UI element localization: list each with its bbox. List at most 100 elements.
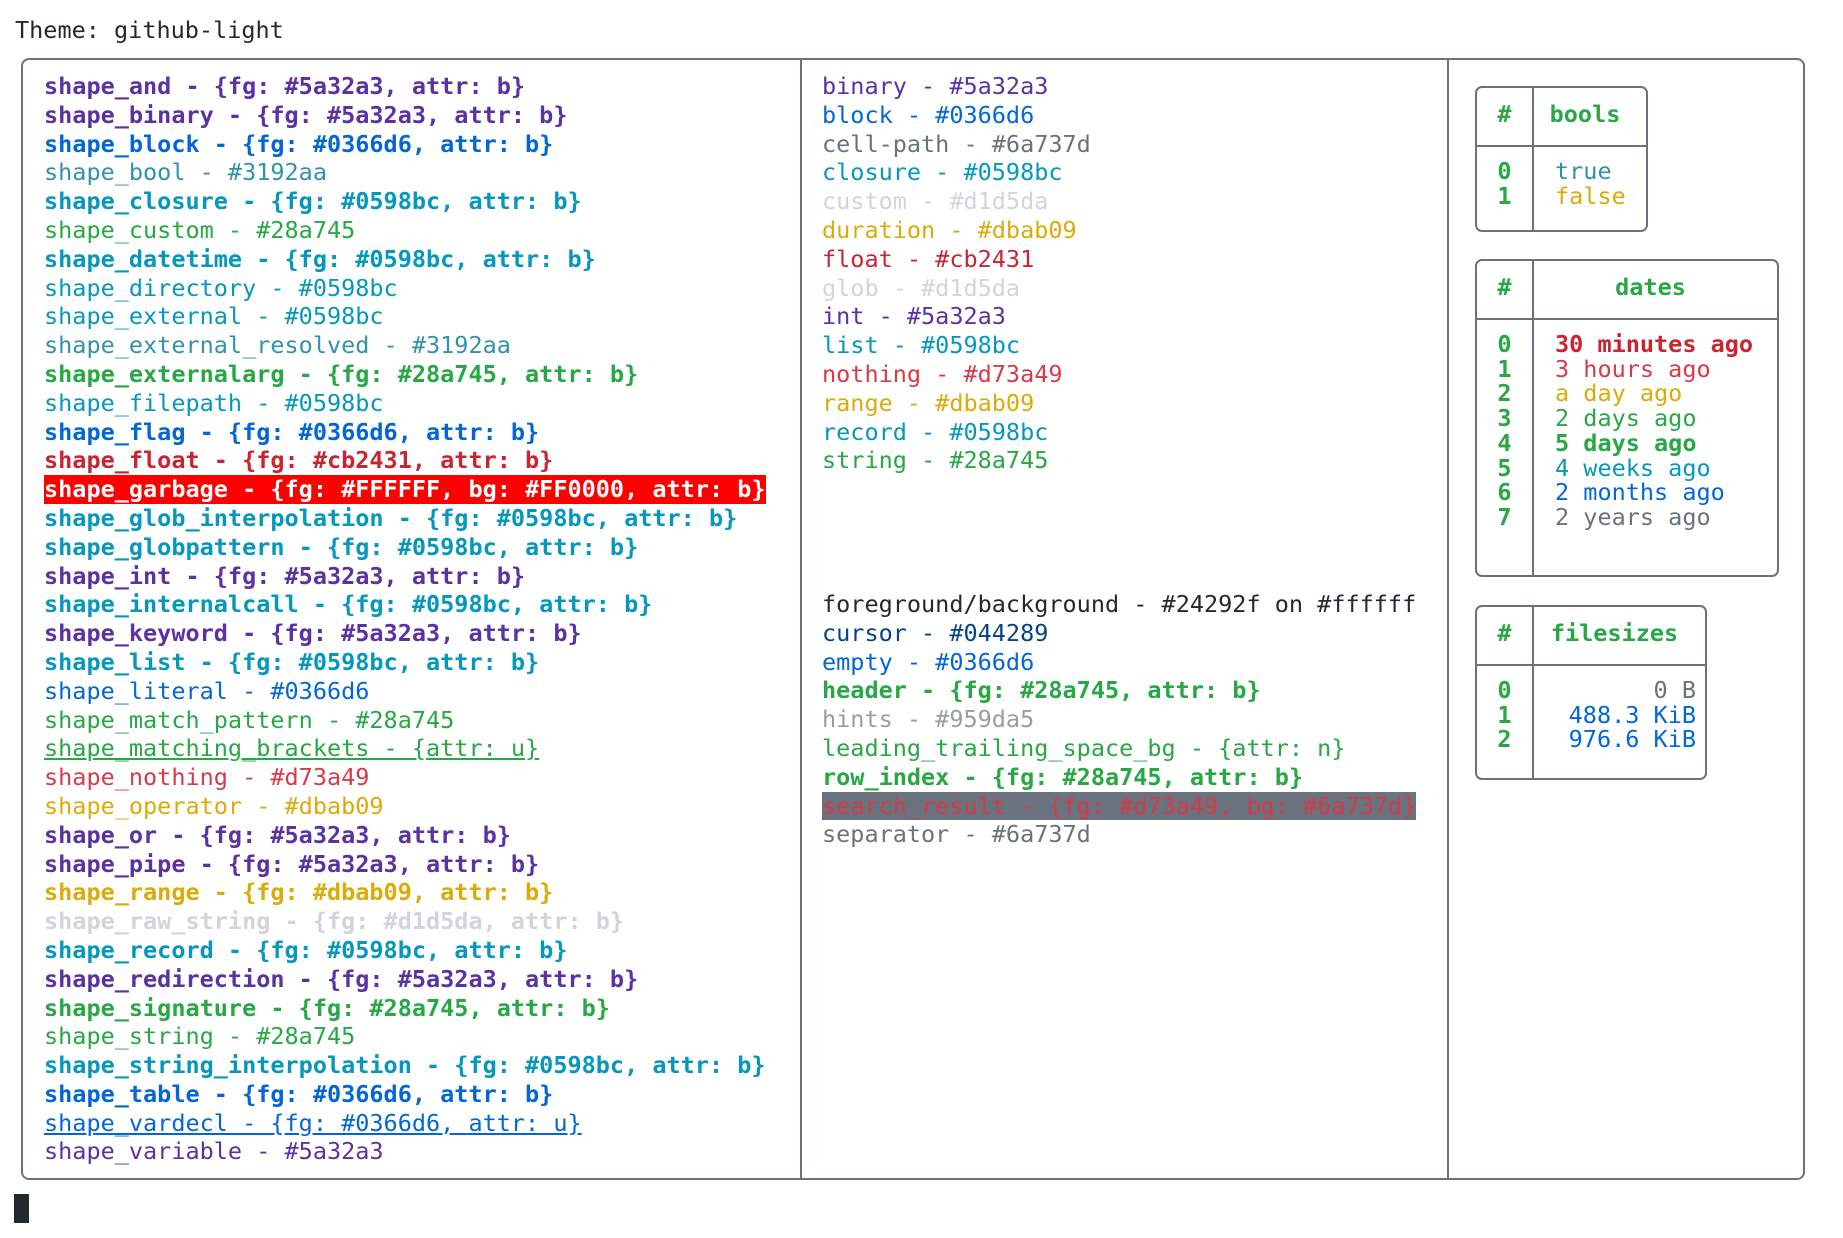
shape-style-line: shape_and - {fg: #5a32a3, attr: b}	[44, 72, 766, 101]
shape-style-line: shape_matching_brackets - {attr: u}	[44, 734, 766, 763]
type-color-line-text: record - #0598bc	[822, 417, 1049, 446]
row-index: 7	[1497, 502, 1512, 531]
shape-style-line-text: shape_variable - #5a32a3	[44, 1137, 384, 1166]
ui-color-line-text: empty - #0366d6	[822, 647, 1035, 676]
shape-style-line-text: shape_glob_interpolation - {fg: #0598bc,…	[44, 503, 738, 532]
theme-preview-table: shape_and - {fg: #5a32a3, attr: b} shape_…	[21, 58, 1805, 1180]
shape-style-line-text: shape_or - {fg: #5a32a3, attr: b}	[44, 820, 511, 849]
shape-style-line-text: shape_int - {fg: #5a32a3, attr: b}	[44, 561, 526, 590]
shape-style-line: shape_signature - {fg: #28a745, attr: b}	[44, 994, 766, 1023]
type-color-line: duration - #dbab09	[822, 216, 1091, 245]
type-color-line: range - #dbab09	[822, 389, 1091, 418]
index-header: #	[1497, 100, 1512, 128]
shape-style-line-text: shape_garbage - {fg: #FFFFFF, bg: #FF000…	[44, 475, 766, 504]
type-color-line: custom - #d1d5da	[822, 187, 1091, 216]
shape-style-line: shape_raw_string - {fg: #d1d5da, attr: b…	[44, 907, 766, 936]
type-colors-column: binary - #5a32a3 block - #0366d6 cell-path…	[822, 72, 1091, 475]
shape-style-line-text: shape_binary - {fg: #5a32a3, attr: b}	[44, 100, 568, 129]
shape-style-line: shape_closure - {fg: #0598bc, attr: b}	[44, 187, 766, 216]
type-color-line: float - #cb2431	[822, 245, 1091, 274]
shape-style-line: shape_int - {fg: #5a32a3, attr: b}	[44, 562, 766, 591]
shape-style-line: shape_directory - #0598bc	[44, 274, 766, 303]
shape-style-line-text: shape_bool - #3192aa	[44, 158, 327, 187]
type-color-line: nothing - #d73a49	[822, 360, 1091, 389]
shape-style-line-text: shape_and - {fg: #5a32a3, attr: b}	[44, 72, 526, 100]
shape-style-line: shape_block - {fg: #0366d6, attr: b}	[44, 130, 766, 159]
shape-style-line: shape_garbage - {fg: #FFFFFF, bg: #FF000…	[44, 475, 766, 504]
shape-style-line: shape_record - {fg: #0598bc, attr: b}	[44, 936, 766, 965]
shape-style-line: shape_match_pattern - #28a745	[44, 706, 766, 735]
shape-style-line: shape_list - {fg: #0598bc, attr: b}	[44, 648, 766, 677]
shape-style-line-text: shape_keyword - {fg: #5a32a3, attr: b}	[44, 619, 582, 648]
shape-style-line-text: shape_float - {fg: #cb2431, attr: b}	[44, 446, 554, 475]
shape-style-line: shape_nothing - #d73a49	[44, 763, 766, 792]
type-color-line: block - #0366d6	[822, 101, 1091, 130]
type-color-line: string - #28a745	[822, 446, 1091, 475]
shape-style-line: shape_custom - #28a745	[44, 216, 766, 245]
ui-color-line: empty - #0366d6	[822, 648, 1416, 677]
shape-style-line-text: shape_list - {fg: #0598bc, attr: b}	[44, 647, 540, 676]
shape-style-line: shape_datetime - {fg: #0598bc, attr: b}	[44, 245, 766, 274]
table-divider	[1477, 145, 1646, 147]
terminal-cursor	[14, 1194, 29, 1223]
shape-style-line: shape_external - #0598bc	[44, 302, 766, 331]
column-header: dates	[1615, 273, 1686, 301]
type-color-line-text: glob - #d1d5da	[822, 273, 1021, 302]
type-color-line-text: int - #5a32a3	[822, 302, 1006, 331]
cell-value: 2 years ago	[1555, 502, 1711, 531]
type-color-line-text: duration - #dbab09	[822, 215, 1077, 244]
ui-color-line: search_result - {fg: #d73a49, bg: #6a737…	[822, 791, 1417, 821]
ui-color-line: foreground/background - #24292f on #ffff…	[822, 590, 1416, 619]
shape-style-line: shape_operator - #dbab09	[44, 792, 766, 821]
shape-style-line: shape_table - {fg: #0366d6, attr: b}	[44, 1080, 766, 1109]
shape-style-line: shape_range - {fg: #dbab09, attr: b}	[44, 878, 766, 907]
type-color-line-text: cell-path - #6a737d	[822, 129, 1091, 158]
table-divider	[1477, 318, 1777, 320]
shape-style-line-text: shape_external_resolved - #3192aa	[44, 331, 511, 360]
shape-style-line-text: shape_filepath - #0598bc	[44, 388, 384, 417]
shape-style-line: shape_variable - #5a32a3	[44, 1137, 766, 1166]
shape-style-line-text: shape_string - #28a745	[44, 1022, 356, 1051]
shape-style-line: shape_string_interpolation - {fg: #0598b…	[44, 1051, 766, 1080]
shape-style-line-text: shape_string_interpolation - {fg: #0598b…	[44, 1051, 766, 1080]
type-color-line-text: range - #dbab09	[822, 388, 1035, 417]
shape-style-line-text: shape_operator - #dbab09	[44, 791, 384, 820]
table-divider	[1532, 261, 1534, 575]
dates-table: # dates 0 30 minutes ago 1 3 hours ago 2 a day …	[1475, 259, 1779, 577]
type-color-line: binary - #5a32a3	[822, 72, 1091, 101]
ui-color-line-text: foreground/background - #24292f on #ffff…	[822, 590, 1417, 618]
shape-style-line-text: shape_block - {fg: #0366d6, attr: b}	[44, 129, 554, 158]
type-color-line-text: list - #0598bc	[822, 331, 1021, 360]
table-divider	[1477, 664, 1705, 666]
shape-style-line-text: shape_record - {fg: #0598bc, attr: b}	[44, 935, 568, 964]
shape-style-line-text: shape_redirection - {fg: #5a32a3, attr: …	[44, 964, 639, 993]
shape-style-line-text: shape_flag - {fg: #0366d6, attr: b}	[44, 417, 540, 446]
row-index: 2	[1497, 725, 1512, 754]
type-color-line-text: nothing - #d73a49	[822, 359, 1063, 388]
shape-style-line-text: shape_matching_brackets - {attr: u}	[44, 734, 540, 763]
column-header: filesizes	[1550, 619, 1679, 647]
shape-style-line: shape_internalcall - {fg: #0598bc, attr:…	[44, 590, 766, 619]
shape-style-line: shape_string - #28a745	[44, 1022, 766, 1051]
filesizes-table: # filesizes 0 0 B 1 488.3 KiB 2 976.6 KiB	[1475, 605, 1707, 780]
ui-color-line: leading_trailing_space_bg - {attr: n}	[822, 734, 1416, 763]
shape-style-line-text: shape_match_pattern - #28a745	[44, 705, 455, 734]
shape-style-line-text: shape_custom - #28a745	[44, 215, 356, 244]
ui-colors-column: foreground/background - #24292f on #ffff…	[822, 590, 1417, 849]
shape-style-line-text: shape_nothing - #d73a49	[44, 763, 370, 792]
shape-style-line-text: shape_table - {fg: #0366d6, attr: b}	[44, 1079, 554, 1108]
ui-color-line: separator - #6a737d	[822, 820, 1416, 849]
cell-value: 976.6 KiB	[1568, 725, 1696, 754]
type-color-line-text: custom - #d1d5da	[822, 187, 1049, 216]
ui-color-line: hints - #959da5	[822, 705, 1416, 734]
ui-color-line-text: leading_trailing_space_bg - {attr: n}	[822, 733, 1346, 762]
shape-style-line: shape_pipe - {fg: #5a32a3, attr: b}	[44, 850, 766, 879]
row-index: 1	[1497, 181, 1512, 210]
shape-style-line-text: shape_range - {fg: #dbab09, attr: b}	[44, 878, 554, 907]
shape-style-line-text: shape_pipe - {fg: #5a32a3, attr: b}	[44, 849, 540, 878]
ui-color-line-text: cursor - #044289	[822, 618, 1049, 647]
shape-style-line: shape_external_resolved - #3192aa	[44, 331, 766, 360]
ui-color-line-text: row_index - {fg: #28a745, attr: b}	[822, 762, 1304, 791]
shape-style-line-text: shape_globpattern - {fg: #0598bc, attr: …	[44, 532, 639, 561]
type-color-line: closure - #0598bc	[822, 158, 1091, 187]
